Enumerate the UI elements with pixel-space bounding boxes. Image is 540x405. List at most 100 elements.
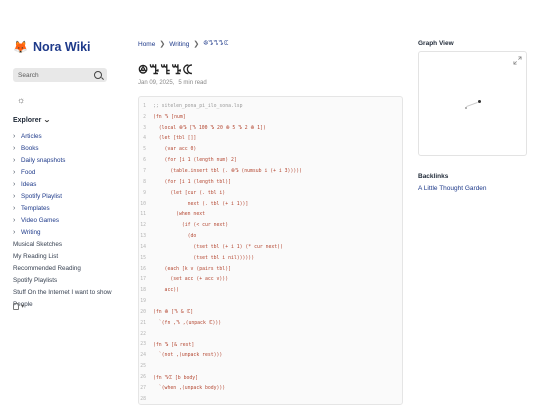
folder-item[interactable]: › Articles (13, 130, 65, 142)
page-title: ꔮꔤꔎꔤꕆ (138, 62, 194, 77)
folder-label: Writing (21, 228, 41, 236)
code-text: (let [cur (. tbl i) (153, 190, 226, 196)
chevron-right-icon: › (13, 156, 16, 164)
file-item[interactable]: Recommended Reading (13, 262, 112, 274)
breadcrumb-home[interactable]: Home (138, 41, 155, 48)
code-text: (fn ꔎ [num] (153, 115, 186, 121)
code-line: 25 (139, 361, 402, 372)
file-item[interactable]: Stuff On the Internet I want to show (13, 286, 112, 298)
line-number: 19 (140, 299, 146, 305)
line-number: 7 (143, 168, 146, 174)
line-number: 25 (140, 364, 146, 370)
reader-mode-toggle[interactable]: ▾ (13, 302, 24, 310)
folder-item[interactable]: › Ideas (13, 178, 65, 190)
folder-item[interactable]: › Writing (13, 226, 65, 238)
code-line: 3 (local ꔮꔤ [ꔎ 100 ꔤ 20 ꔮ 5 ꔤ 2 ꔮ 1]) (139, 123, 402, 134)
graph-node[interactable] (465, 107, 467, 109)
code-text: (set acc (+ acc v))) (153, 277, 229, 283)
code-text: (table.insert tbl (. ꔮꔤ (numsub i (+ i 3… (153, 169, 302, 175)
left-sidebar: 🦊 Nora Wiki Search ☼ Explorer ⌄ › Article… (13, 0, 123, 405)
file-item[interactable]: My Reading List (13, 250, 112, 262)
code-line: 5 (var acc 0) (139, 144, 402, 155)
code-line: 6 (for [i 1 (length num) 2] (139, 155, 402, 166)
code-block: 1 ;; sitelen_pona_pi_ilo_sona.lsp 2 (fn ꔎ [… (138, 96, 403, 405)
code-text: (if (< cur next) (153, 223, 229, 229)
code-text: next (. tbl (+ i 1))] (153, 201, 249, 207)
breadcrumb-current: ꔮꔤꔎꔤꕆ (203, 40, 229, 47)
graph-edge (466, 101, 478, 108)
code-text: (let [tbl []] (153, 136, 197, 142)
chevron-right-icon: › (13, 216, 16, 224)
code-line: 1 ;; sitelen_pona_pi_ilo_sona.lsp (139, 101, 402, 112)
expand-icon[interactable] (513, 56, 522, 65)
code-line: 28 (139, 394, 402, 404)
code-text: (each [k v (pairs tbl)] (153, 266, 231, 272)
line-number: 1 (143, 103, 146, 109)
code-text: `(not ,(unpack rest))) (153, 353, 223, 359)
code-line: 20 (fn ꔮ [ꔎ & ꕆ] (139, 307, 402, 318)
search-bar[interactable]: Search (13, 68, 107, 82)
chevron-right-icon: ❯ (159, 41, 166, 48)
code-text: ;; sitelen_pona_pi_ilo_sona.lsp (153, 103, 243, 109)
chevron-right-icon: › (13, 168, 16, 176)
explorer-toggle[interactable]: Explorer ⌄ (13, 116, 52, 125)
search-placeholder: Search (18, 71, 39, 79)
sun-icon[interactable]: ☼ (17, 95, 25, 105)
chevron-right-icon: › (13, 144, 16, 152)
line-number: 28 (140, 396, 146, 402)
file-item[interactable]: People (13, 298, 112, 310)
code-line: 17 (set acc (+ acc v))) (139, 275, 402, 286)
folder-label: Daily snapshots (21, 156, 66, 164)
code-line: 26 (fn ꔎꕆ [b body] (139, 372, 402, 383)
site-brand[interactable]: 🦊 Nora Wiki (13, 40, 91, 54)
file-item[interactable]: Musical Sketches (13, 238, 112, 250)
chevron-right-icon: ❯ (193, 41, 200, 48)
code-text: `(when ,(unpack body))) (153, 385, 226, 391)
graph-view-title: Graph View (418, 40, 454, 47)
breadcrumb-writing[interactable]: Writing (169, 41, 189, 48)
line-number: 21 (140, 320, 146, 326)
explorer-files: Musical Sketches My Reading List Recomme… (13, 238, 112, 310)
page-meta: Jan 09, 2025, 5 min read (138, 80, 207, 86)
main-content: Home ❯ Writing ❯ ꔮꔤꔎꔤꕆ ꔮꔤꔎꔤꕆ Jan 09, 202… (138, 0, 403, 405)
search-icon (94, 71, 102, 79)
explorer-title: Explorer (13, 116, 42, 124)
line-number: 16 (140, 266, 146, 272)
code-line: 21 `(fn ,ꔎ ,(unpack ꕆ))) (139, 318, 402, 329)
backlink-item[interactable]: A Little Thought Garden (418, 185, 487, 192)
line-number: 26 (140, 375, 146, 381)
graph-view[interactable] (418, 51, 527, 156)
folder-item[interactable]: › Books (13, 142, 65, 154)
folder-item[interactable]: › Video Games (13, 214, 65, 226)
line-number: 8 (143, 179, 146, 185)
folder-item[interactable]: › Spotify Playlist (13, 190, 65, 202)
backlinks-title: Backlinks (418, 173, 449, 180)
code-text: (for [i 1 (length num) 2] (153, 158, 237, 164)
line-number: 27 (140, 385, 146, 391)
line-number: 9 (143, 190, 146, 196)
line-number: 17 (140, 277, 146, 283)
code-line: 2 (fn ꔎ [num] (139, 112, 402, 123)
code-text: (fn ꔮ [ꔎ & ꕆ] (153, 310, 194, 316)
graph-node-current[interactable] (478, 100, 481, 103)
code-line: 24 `(not ,(unpack rest))) (139, 350, 402, 361)
folder-item[interactable]: › Daily snapshots (13, 154, 65, 166)
chevron-down-icon: ▾ (21, 303, 25, 310)
code-text: (tset tbl (+ i 1) (* cur next)) (153, 244, 283, 250)
folder-label: Books (21, 144, 39, 152)
chevron-right-icon: › (13, 180, 16, 188)
file-item[interactable]: Spotify Playlists (13, 274, 112, 286)
site-title[interactable]: Nora Wiki (33, 40, 91, 54)
line-number: 4 (143, 136, 146, 142)
right-sidebar: Graph View Backlinks A Little Thought Ga… (418, 0, 528, 405)
explorer-folders: › Articles › Books › Daily snapshots › Food … (13, 130, 65, 238)
code-line: 27 `(when ,(unpack body))) (139, 383, 402, 394)
line-number: 24 (140, 353, 146, 359)
code-text: (tset tbl i nil)))))) (153, 255, 255, 261)
code-line: 16 (each [k v (pairs tbl)] (139, 264, 402, 275)
line-number: 18 (140, 288, 146, 294)
folder-item[interactable]: › Templates (13, 202, 65, 214)
folder-item[interactable]: › Food (13, 166, 65, 178)
chevron-down-icon: ⌄ (43, 117, 52, 124)
reader-mode-icon (13, 302, 19, 310)
